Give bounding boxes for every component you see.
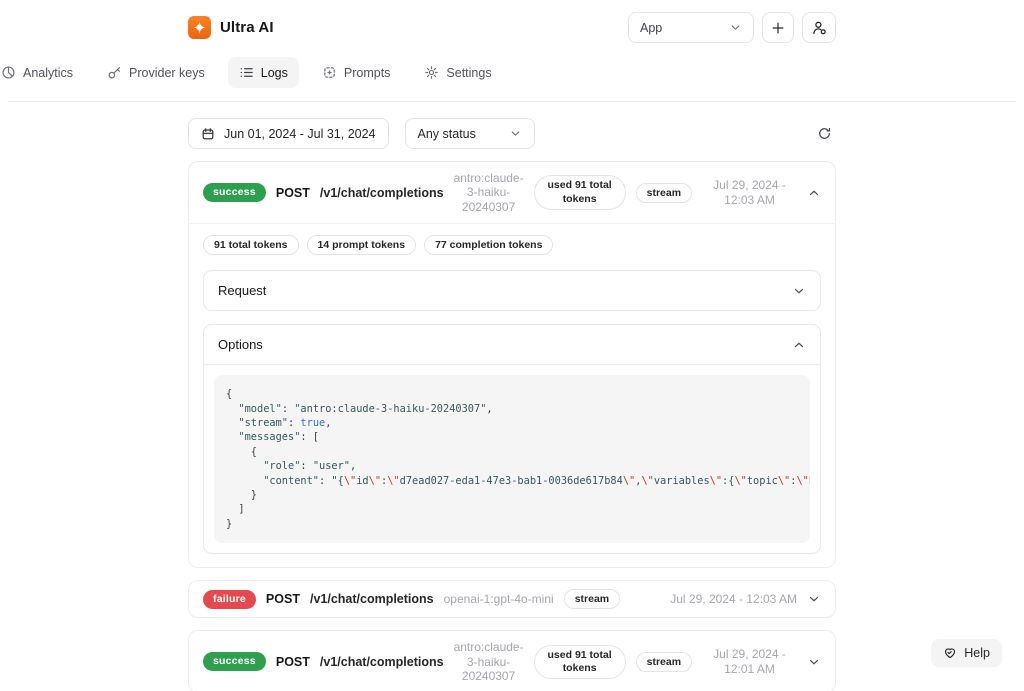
- refresh-button[interactable]: [813, 122, 836, 145]
- date-range-picker[interactable]: Jun 01, 2024 - Jul 31, 2024: [188, 118, 389, 149]
- tab-label: Logs: [260, 65, 288, 80]
- request-section: Request: [203, 270, 821, 312]
- person-gear-icon: [811, 20, 827, 36]
- chevron-up-icon[interactable]: [807, 186, 821, 200]
- app-title: Ultra AI: [220, 19, 274, 36]
- topbar: Ultra AI App: [188, 0, 836, 43]
- chevron-down-icon[interactable]: [807, 655, 821, 669]
- help-button[interactable]: Help: [931, 639, 1002, 667]
- chevron-down-icon: [792, 284, 806, 298]
- app-selector[interactable]: App: [628, 12, 754, 43]
- chevron-down-icon: [729, 21, 742, 34]
- http-method: POST: [275, 185, 310, 200]
- log-row-header[interactable]: success POST /v1/chat/completions antro:…: [189, 162, 835, 225]
- usage-badge: used 91 total tokens: [533, 175, 626, 210]
- tab-label: Provider keys: [129, 65, 205, 80]
- http-method: POST: [275, 654, 310, 669]
- timestamp: Jul 29, 2024 - 12:03 AM: [713, 178, 786, 207]
- filters-row: Jun 01, 2024 - Jul 31, 2024 Any status: [188, 118, 836, 149]
- log-entry-1: success POST /v1/chat/completions antro:…: [188, 161, 836, 569]
- status-filter-value: Any status: [417, 126, 476, 141]
- timestamp: Jul 29, 2024 - 12:01 AM: [713, 647, 786, 676]
- stream-badge: stream: [635, 651, 693, 672]
- status-badge: success: [203, 652, 266, 672]
- endpoint-path: /v1/chat/completions: [319, 185, 444, 200]
- date-range-value: Jun 01, 2024 - Jul 31, 2024: [224, 126, 376, 141]
- list-icon: [239, 65, 254, 80]
- options-divider: [204, 364, 820, 366]
- chevron-down-icon[interactable]: [807, 592, 821, 606]
- chevron-up-icon: [792, 338, 806, 352]
- app-logo-icon: [188, 16, 211, 39]
- model-name: antro:claude-3-haiku-20240307: [453, 640, 524, 684]
- status-badge: success: [203, 183, 266, 203]
- model-name: antro:claude-3-haiku-20240307: [453, 171, 524, 214]
- completion-tokens-badge: 77 completion tokens: [424, 235, 554, 256]
- log-row-header[interactable]: success POST /v1/chat/completions antro:…: [189, 631, 835, 691]
- calendar-icon: [201, 127, 215, 141]
- pie-chart-icon: [1, 65, 16, 80]
- chevron-down-icon: [509, 127, 522, 140]
- tab-provider-keys[interactable]: Provider keys: [96, 57, 216, 88]
- key-icon: [107, 65, 122, 80]
- model-name: openai-1:gpt-4o-mini: [443, 592, 554, 607]
- topbar-actions: App: [628, 12, 836, 43]
- account-button[interactable]: [802, 12, 836, 43]
- log-row-header[interactable]: failure POST /v1/chat/completions openai…: [189, 581, 835, 617]
- stream-badge: stream: [563, 589, 621, 610]
- brand: Ultra AI: [188, 16, 274, 39]
- usage-badge: used 91 total tokens: [533, 644, 626, 679]
- prompt-icon: [322, 65, 337, 80]
- log-entry-2: failure POST /v1/chat/completions openai…: [188, 580, 836, 619]
- tab-prompts[interactable]: Prompts: [311, 57, 402, 88]
- request-section-header[interactable]: Request: [204, 271, 820, 310]
- tab-label: Prompts: [343, 65, 391, 80]
- add-button[interactable]: [762, 12, 794, 43]
- app-selector-value: App: [640, 20, 663, 35]
- options-section-title: Options: [218, 337, 263, 353]
- nav-tabs: Analytics Provider keys Logs Prompts Set…: [0, 57, 638, 88]
- total-tokens-badge: 91 total tokens: [203, 235, 299, 256]
- http-method: POST: [265, 592, 300, 607]
- tab-logs[interactable]: Logs: [227, 57, 299, 88]
- endpoint-path: /v1/chat/completions: [319, 654, 444, 669]
- refresh-icon: [817, 126, 832, 141]
- stream-badge: stream: [635, 182, 693, 203]
- heart-hands-icon: [943, 646, 957, 660]
- prompt-tokens-badge: 14 prompt tokens: [306, 235, 417, 256]
- request-section-title: Request: [218, 283, 267, 299]
- header-divider: [8, 101, 1016, 102]
- tab-label: Settings: [446, 65, 492, 80]
- log-entry-3: success POST /v1/chat/completions antro:…: [188, 630, 836, 691]
- tab-analytics[interactable]: Analytics: [0, 57, 84, 88]
- help-label: Help: [964, 646, 990, 660]
- token-badges-row: 91 total tokens 14 prompt tokens 77 comp…: [189, 224, 835, 257]
- logs-page: Jun 01, 2024 - Jul 31, 2024 Any status s…: [188, 118, 836, 691]
- tab-settings[interactable]: Settings: [413, 57, 502, 88]
- options-section: Options { "model": "antro:claude-3-haiku…: [203, 324, 821, 555]
- timestamp: Jul 29, 2024 - 12:03 AM: [670, 592, 797, 607]
- status-badge: failure: [203, 589, 256, 609]
- options-section-header[interactable]: Options: [204, 325, 820, 364]
- status-filter[interactable]: Any status: [404, 118, 535, 149]
- gear-icon: [424, 65, 439, 80]
- endpoint-path: /v1/chat/completions: [309, 592, 434, 607]
- options-code-block: { "model": "antro:claude-3-haiku-2024030…: [214, 375, 810, 544]
- tab-label: Analytics: [23, 65, 74, 80]
